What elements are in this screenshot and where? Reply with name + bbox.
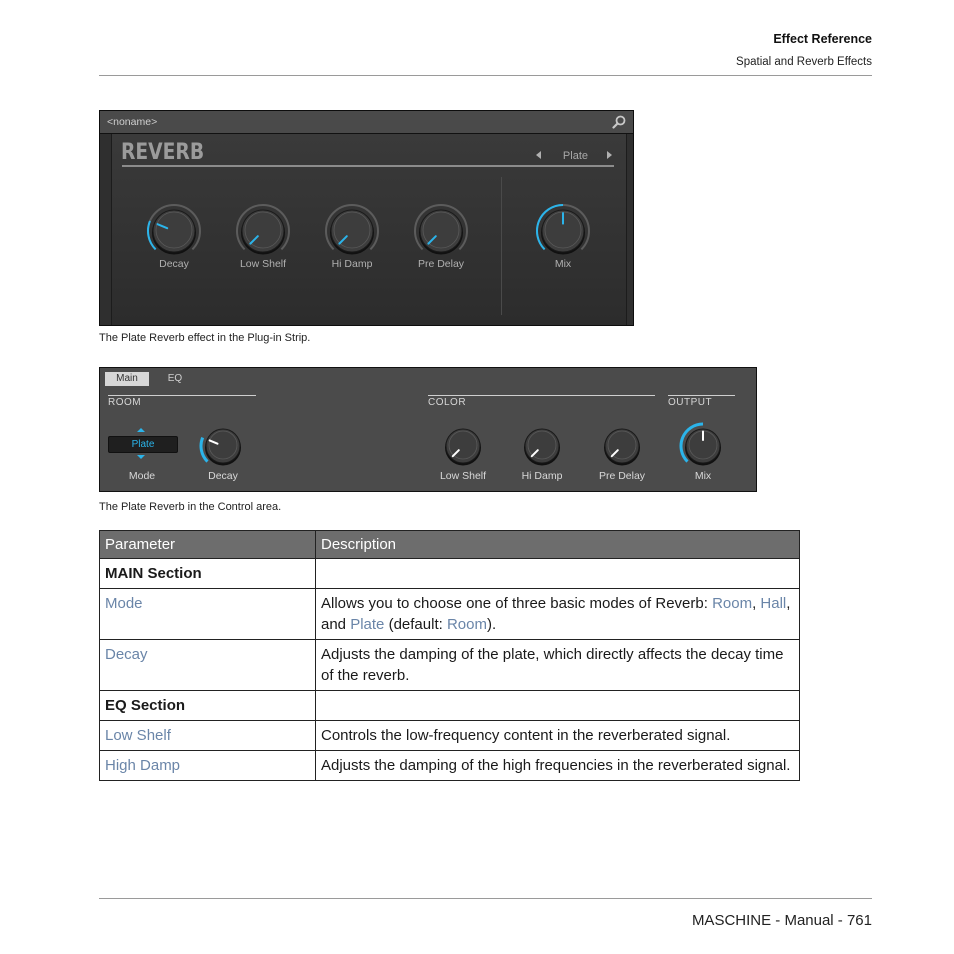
parameter-name[interactable]: Decay [99, 639, 316, 691]
tab-eq[interactable]: EQ [160, 372, 190, 386]
mode-selector[interactable]: Plate [108, 436, 178, 453]
knob-label-low-shelf: Low Shelf [239, 258, 287, 270]
caption-plugin-strip: The Plate Reverb effect in the Plug-in S… [99, 332, 311, 344]
mode-link[interactable]: Plate [350, 616, 384, 633]
table-row: Mode Allows you to choose one of three ba… [99, 588, 800, 640]
knob-label-pre-delay: Pre Delay [417, 258, 465, 270]
description-text: ). [486, 616, 497, 633]
knob-pre-delay[interactable] [413, 203, 469, 263]
title-underline [122, 165, 614, 167]
knob-label-hi-damp: Hi Damp [331, 258, 373, 270]
control-knob-label-low-shelf: Low Shelf [439, 470, 487, 482]
knob-label-decay: Decay [159, 258, 189, 270]
control-knob-label-decay: Decay [208, 470, 238, 482]
mode-link[interactable]: Room [712, 595, 752, 612]
plugin-strip-header: <noname> [100, 111, 633, 134]
parameter-name[interactable]: Low Shelf [99, 720, 316, 751]
control-knob-low-shelf[interactable] [439, 422, 487, 470]
control-knob-decay[interactable] [199, 422, 247, 470]
knob-decay[interactable] [146, 203, 202, 263]
parameter-table: Parameter Description MAIN Section Mode Al… [99, 530, 800, 781]
knob-label-mix: Mix [554, 258, 572, 270]
table-section-row: EQ Section [99, 690, 800, 721]
control-area: Main EQ ROOM COLOR OUTPUT Plate Mode Dec… [99, 367, 757, 492]
knob-low-shelf[interactable] [235, 203, 291, 263]
control-knob-label-pre-delay: Pre Delay [598, 470, 646, 482]
description-text: Adjusts the damping of the high frequenc… [321, 757, 791, 774]
mode-up-arrow-icon[interactable] [137, 428, 145, 432]
control-knob-pre-delay[interactable] [598, 422, 646, 470]
mode-link[interactable]: Room [447, 616, 487, 633]
control-knob-label-hi-damp: Hi Damp [521, 470, 563, 482]
search-icon[interactable] [612, 115, 626, 129]
tab-main[interactable]: Main [105, 372, 149, 386]
section-title: EQ Section [99, 690, 316, 721]
table-row: Low Shelf Controls the low-frequency cont… [99, 720, 800, 751]
knob-mix[interactable] [535, 203, 591, 263]
parameter-description: Adjusts the damping of the plate, which … [315, 639, 800, 691]
parameter-description [315, 690, 800, 721]
header-subtitle: Spatial and Reverb Effects [736, 56, 872, 68]
parameter-description: Controls the low-frequency content in th… [315, 720, 800, 751]
page-footer: MASCHINE - Manual - 761 [691, 912, 872, 929]
output-section-rule [668, 395, 735, 396]
control-knob-label-mix: Mix [694, 470, 712, 482]
preset-selector[interactable]: Plate [563, 150, 588, 162]
mode-link[interactable]: Hall [760, 595, 786, 612]
header-description: Description [315, 530, 800, 559]
table-section-row: MAIN Section [99, 558, 800, 589]
parameter-description: Adjusts the damping of the high frequenc… [315, 750, 800, 781]
header-parameter: Parameter [99, 530, 316, 559]
preset-prev-arrow-icon[interactable] [536, 151, 541, 159]
table-header-row: Parameter Description [99, 530, 800, 559]
mode-label: Mode [128, 470, 156, 482]
control-knob-hi-damp[interactable] [518, 422, 566, 470]
preset-next-arrow-icon[interactable] [607, 151, 612, 159]
description-text: Allows you to choose one of three basic … [321, 595, 713, 612]
control-knob-mix[interactable] [679, 422, 727, 470]
parameter-name[interactable]: High Damp [99, 750, 316, 781]
plugin-strip: <noname> REVERB Plate Decay Low Shelf Hi… [99, 110, 634, 326]
header-title: Effect Reference [773, 32, 872, 46]
parameter-description [315, 558, 800, 589]
parameter-description: Allows you to choose one of three basic … [315, 588, 800, 640]
header-divider [99, 75, 872, 76]
plugin-panel: REVERB Plate Decay Low Shelf Hi Damp Pre… [111, 134, 627, 325]
description-text: (default: [384, 616, 447, 633]
panel-divider [501, 177, 502, 315]
room-section-rule [108, 395, 256, 396]
table-row: Decay Adjusts the damping of the plate, w… [99, 639, 800, 691]
section-title: MAIN Section [99, 558, 316, 589]
color-section-label: COLOR [428, 397, 467, 408]
description-text: Adjusts the damping of the plate, which … [321, 646, 784, 684]
footer-divider [99, 898, 872, 899]
output-section-label: OUTPUT [668, 397, 713, 408]
description-text: Controls the low-frequency content in th… [321, 727, 731, 744]
caption-control-area: The Plate Reverb in the Control area. [99, 501, 282, 513]
room-section-label: ROOM [108, 397, 142, 408]
preset-name-field[interactable]: <noname> [107, 116, 157, 128]
color-section-rule [428, 395, 655, 396]
knob-hi-damp[interactable] [324, 203, 380, 263]
table-row: High Damp Adjusts the damping of the high… [99, 750, 800, 781]
effect-title: REVERB [121, 140, 205, 165]
parameter-name[interactable]: Mode [99, 588, 316, 640]
mode-down-arrow-icon[interactable] [137, 455, 145, 459]
